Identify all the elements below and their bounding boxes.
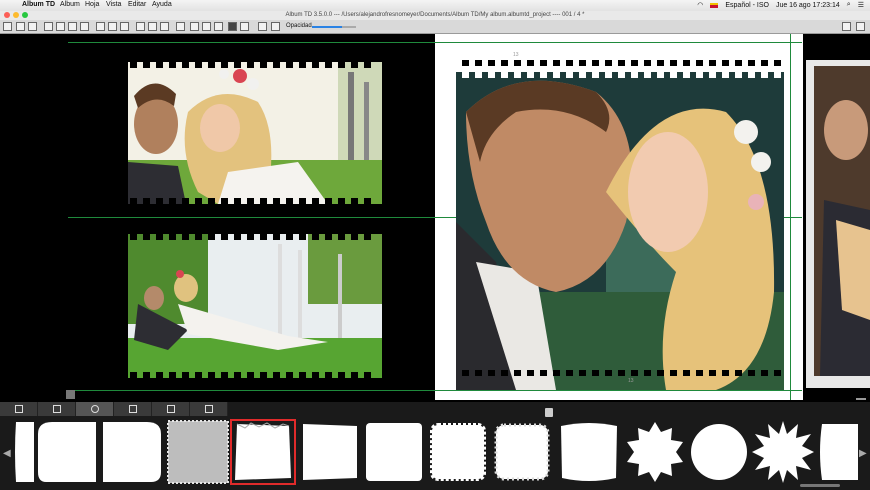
frame-thumbnail[interactable] — [688, 420, 750, 484]
frame-single-icon — [52, 405, 61, 413]
clock[interactable]: Jue 16 ago 17:23:14 — [776, 2, 840, 9]
window-titlebar: Album TD 3.5.0.0 --- /Users/alejandrofre… — [0, 11, 870, 20]
frame-circle-icon — [90, 405, 99, 413]
frame-diagonal-icon — [166, 405, 175, 413]
close-window-button[interactable] — [4, 12, 10, 18]
fit-height-icon[interactable] — [56, 22, 65, 31]
fill-icon[interactable] — [228, 22, 237, 31]
align-bottom-icon[interactable] — [120, 22, 129, 31]
frame-thumbnail[interactable] — [752, 420, 814, 484]
frame-category-tabs — [0, 402, 230, 416]
wifi-icon[interactable]: ◠ — [697, 1, 703, 9]
frame-thumbnail[interactable] — [558, 420, 620, 484]
language-indicator[interactable]: Español - ISO — [725, 2, 769, 9]
delete-icon[interactable] — [271, 22, 280, 31]
tab-frame-grid[interactable] — [114, 402, 152, 416]
film-perforations — [462, 72, 781, 78]
frame-thumbnail[interactable] — [491, 420, 553, 484]
frame-thumbnail[interactable] — [167, 420, 229, 484]
frame-grid-icon — [128, 405, 137, 413]
album-canvas[interactable]: 13 13 — [0, 34, 870, 402]
page-number-label: 13 — [513, 52, 519, 58]
search-icon[interactable]: ⌕ — [847, 1, 851, 9]
frame-thumbnail[interactable] — [818, 420, 858, 484]
align-middle-icon[interactable] — [108, 22, 117, 31]
flag-icon — [710, 2, 719, 8]
layer-icon[interactable] — [66, 390, 75, 399]
film-perforations — [462, 60, 781, 66]
guide-line — [68, 42, 802, 43]
flip-icon[interactable] — [258, 22, 267, 31]
rotate-icon[interactable] — [214, 22, 223, 31]
frame-border-icon[interactable] — [28, 22, 37, 31]
frame-thumbnail[interactable] — [36, 420, 98, 484]
menu-app-name[interactable]: Album TD — [22, 1, 55, 8]
zoom-window-button[interactable] — [22, 12, 28, 18]
frame-thumbnail-selected[interactable] — [230, 419, 296, 485]
tab-frame-single[interactable] — [38, 402, 76, 416]
menu-hoja[interactable]: Hoja — [85, 1, 99, 8]
thumbnail-scrollbar[interactable] — [800, 484, 840, 487]
menu-vista[interactable]: Vista — [106, 1, 121, 8]
frame-thumbnail[interactable] — [299, 420, 361, 484]
align-top-icon[interactable] — [96, 22, 105, 31]
menu-ayuda[interactable]: Ayuda — [152, 1, 172, 8]
tab-frame-image[interactable] — [0, 402, 38, 416]
photo-bottom-left[interactable] — [128, 234, 382, 378]
fullscreen-icon[interactable] — [856, 22, 865, 31]
frame-thumbnail[interactable] — [624, 420, 686, 484]
page-number-label: 13 — [628, 378, 634, 384]
frame-thumbnail[interactable] — [12, 420, 34, 484]
tab-frame-diagonal[interactable] — [152, 402, 190, 416]
scroll-left-icon[interactable]: ◀ — [3, 448, 11, 459]
frame-thumbnail[interactable] — [427, 420, 489, 484]
film-perforations — [130, 198, 371, 204]
resize-v-icon[interactable] — [202, 22, 211, 31]
scroll-right-icon[interactable]: ▶ — [859, 448, 867, 459]
distribute-grid-icon[interactable] — [160, 22, 169, 31]
frame-thumbnails — [12, 419, 858, 486]
tab-frame-split[interactable] — [190, 402, 228, 416]
film-perforations — [130, 62, 371, 68]
film-perforations — [130, 372, 371, 378]
panel-toggle-icon[interactable] — [842, 22, 851, 31]
page-scroll-indicator[interactable] — [856, 398, 866, 400]
photo-right-page[interactable] — [456, 72, 784, 390]
frame-image-icon — [14, 405, 23, 413]
opacity-label: Opacidad — [286, 23, 312, 29]
menu-album[interactable]: Album — [60, 1, 80, 8]
guide-line — [790, 34, 791, 400]
menu-list-icon[interactable]: ☰ — [858, 1, 864, 9]
distribute-h-icon[interactable] — [136, 22, 145, 31]
film-perforations — [130, 234, 371, 240]
fit-width-icon[interactable] — [44, 22, 53, 31]
photo-top-left[interactable] — [128, 62, 382, 204]
line-icon[interactable] — [240, 22, 249, 31]
grid-icon[interactable] — [80, 22, 89, 31]
minimize-window-button[interactable] — [13, 12, 19, 18]
frame-split-icon — [204, 405, 213, 413]
window-title: Album TD 3.5.0.0 --- /Users/alejandrofre… — [285, 12, 585, 18]
distribute-v-icon[interactable] — [148, 22, 157, 31]
resize-h-icon[interactable] — [190, 22, 199, 31]
frame-icon[interactable] — [16, 22, 25, 31]
trash-icon[interactable] — [545, 408, 553, 417]
menu-editar[interactable]: Editar — [128, 1, 146, 8]
align-left-icon[interactable] — [3, 22, 12, 31]
crop-icon[interactable] — [176, 22, 185, 31]
expand-icon[interactable] — [68, 22, 77, 31]
opacity-slider[interactable] — [312, 26, 356, 28]
guide-line — [68, 390, 802, 391]
film-perforations — [462, 370, 781, 376]
toolbar: Opacidad — [0, 20, 870, 34]
tab-frame-circle[interactable] — [76, 402, 114, 416]
frame-thumbnail[interactable] — [363, 420, 425, 484]
frames-panel: ◀ ▶ — [0, 402, 870, 490]
frame-thumbnail[interactable] — [101, 420, 163, 484]
next-spread-preview[interactable] — [806, 60, 870, 388]
